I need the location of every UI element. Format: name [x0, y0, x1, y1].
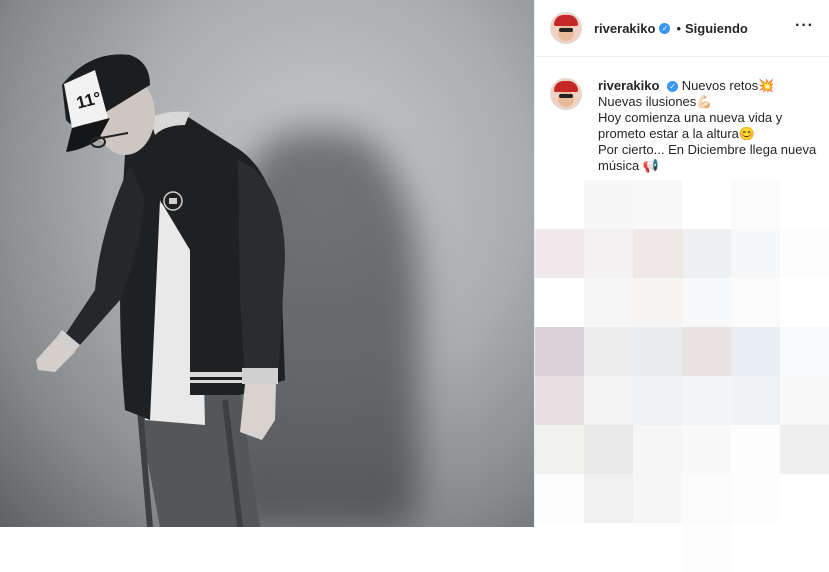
pixelated-comments-area: [535, 180, 829, 572]
mosaic-tile: [535, 180, 584, 229]
caption-username[interactable]: riverakiko: [598, 78, 659, 93]
mosaic-tile: [584, 278, 633, 327]
caption-line: Nuevos retos💥: [681, 78, 775, 93]
mosaic-tile: [682, 180, 731, 229]
mosaic-tile: [584, 180, 633, 229]
mosaic-tile: [682, 278, 731, 327]
mosaic-tile: [780, 474, 829, 523]
mosaic-tile: [731, 278, 780, 327]
caption-line: Hoy comienza una nueva vida y: [598, 110, 783, 125]
header-username[interactable]: riverakiko: [594, 21, 655, 36]
mosaic-tile: [584, 425, 633, 474]
post-photo[interactable]: 11°: [0, 0, 534, 527]
mosaic-tile: [682, 229, 731, 278]
following-button[interactable]: Siguiendo: [685, 21, 748, 36]
mosaic-tile: [584, 376, 633, 425]
mosaic-tile: [731, 523, 780, 572]
mosaic-tile: [731, 229, 780, 278]
mosaic-tile: [633, 474, 682, 523]
mosaic-tile: [682, 523, 731, 572]
mosaic-tile: [535, 425, 584, 474]
mosaic-tile: [731, 425, 780, 474]
mosaic-tile: [633, 229, 682, 278]
mosaic-tile: [682, 474, 731, 523]
caption-avatar[interactable]: [550, 78, 582, 110]
caption-verified-badge-icon: ✓: [667, 81, 679, 93]
mosaic-tile: [584, 523, 633, 572]
mosaic-tile: [633, 523, 682, 572]
mosaic-tile: [780, 523, 829, 572]
mosaic-tile: [535, 474, 584, 523]
mosaic-tile: [584, 327, 633, 376]
header-separator: •: [676, 20, 681, 36]
mosaic-tile: [780, 425, 829, 474]
mosaic-tile: [535, 523, 584, 572]
post-header: riverakiko ✓ • Siguiendo ···: [535, 0, 829, 57]
caption-line: Nuevas ilusiones💪🏻: [598, 94, 713, 109]
mosaic-tile: [633, 376, 682, 425]
mosaic-tile: [682, 425, 731, 474]
header-avatar[interactable]: [550, 12, 582, 44]
mosaic-tile: [633, 327, 682, 376]
caption-line: Por cierto... En Diciembre llega nueva: [598, 142, 817, 157]
mosaic-tile: [633, 278, 682, 327]
mosaic-tile: [780, 376, 829, 425]
mosaic-tile: [780, 327, 829, 376]
mosaic-tile: [682, 327, 731, 376]
more-options-icon[interactable]: ···: [795, 17, 814, 35]
mosaic-tile: [535, 327, 584, 376]
mosaic-tile: [633, 180, 682, 229]
mosaic-tile: [780, 180, 829, 229]
mosaic-tile: [535, 376, 584, 425]
mosaic-tile: [535, 229, 584, 278]
mosaic-tile: [731, 376, 780, 425]
caption-line: prometo estar a la altura😊: [598, 126, 756, 141]
caption-text: riverakiko ✓ Nuevos retos💥 Nuevas ilusio…: [598, 78, 816, 174]
person-illustration: 11°: [36, 54, 285, 527]
mosaic-tile: [731, 474, 780, 523]
mosaic-tile: [584, 474, 633, 523]
mosaic-tile: [584, 229, 633, 278]
mosaic-tile: [682, 376, 731, 425]
caption-line: música 📢: [598, 158, 659, 173]
mosaic-tile: [731, 180, 780, 229]
mosaic-tile: [633, 425, 682, 474]
mosaic-tile: [780, 278, 829, 327]
post-side-panel: riverakiko ✓ • Siguiendo ··· riverakiko …: [534, 0, 829, 572]
mosaic-tile: [780, 229, 829, 278]
mosaic-tile: [731, 327, 780, 376]
mosaic-tile: [535, 278, 584, 327]
verified-badge-icon: ✓: [659, 22, 671, 34]
post-caption: riverakiko ✓ Nuevos retos💥 Nuevas ilusio…: [550, 78, 820, 174]
